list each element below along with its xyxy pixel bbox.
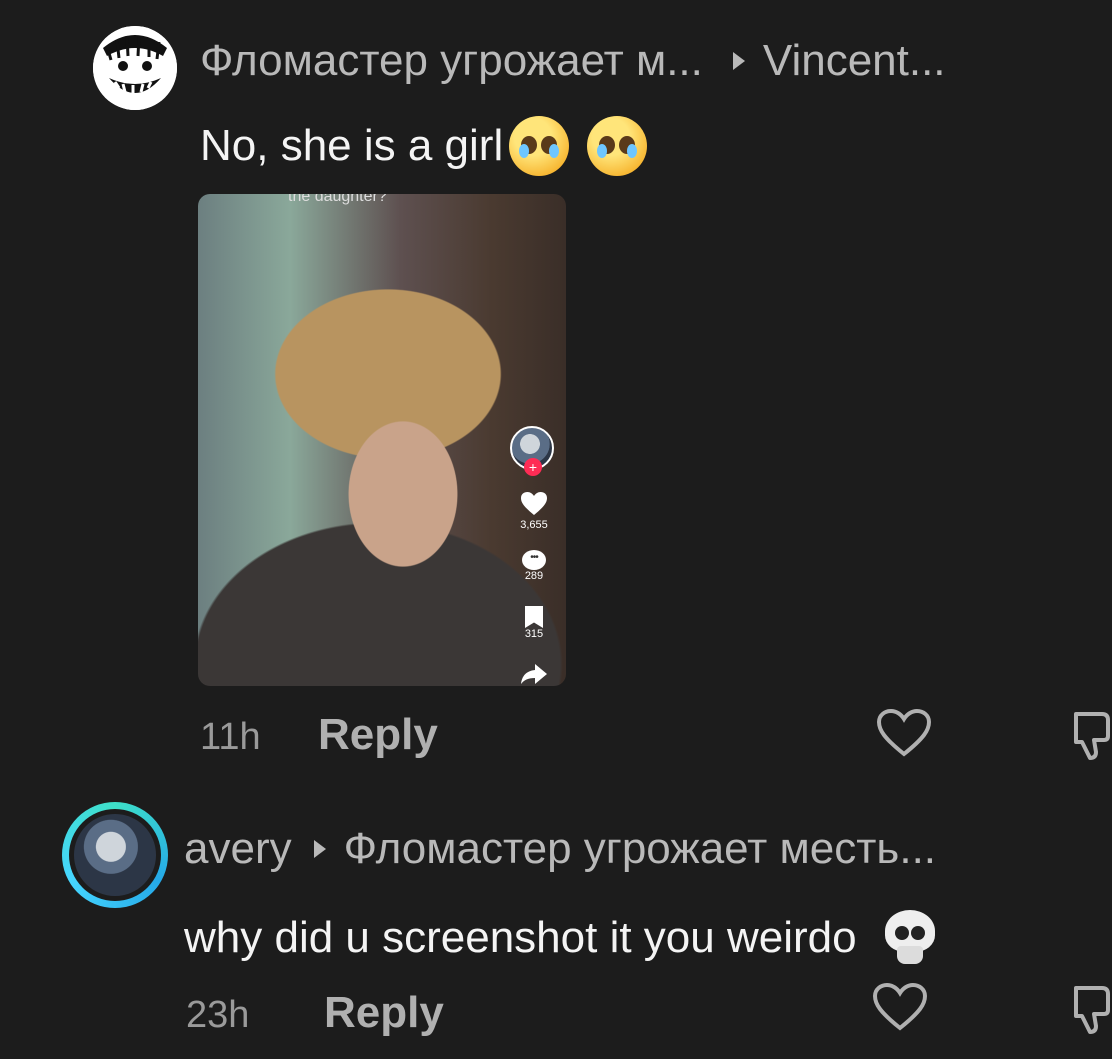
heart-outline-icon [876,708,932,757]
timestamp: 23h [186,994,250,1036]
comment-body: No, she is a girl [200,121,504,170]
reply-button[interactable]: Reply [318,710,438,760]
save-stat[interactable]: 315 [512,606,556,640]
dislike-button[interactable] [1072,708,1112,767]
like-stat[interactable]: 3,655 [512,492,556,531]
video-caption: the daughter? [288,194,387,205]
avatar[interactable] [93,26,177,110]
comment-body: why did u screenshot it you weirdo [184,913,857,962]
reply-to-name[interactable]: Vincent... [763,36,946,86]
pleading-face-emoji-icon [587,116,648,176]
heart-outline-icon [872,982,928,1031]
reply-arrow-icon [732,52,745,70]
like-count: 3,655 [520,519,548,531]
comment-header: avery Фломастер угрожает месть... [184,824,936,874]
comment-text: why did u screenshot it you weirdo [184,910,937,966]
comment-header: Фломастер угрожает м... Vincent... [200,36,946,86]
timestamp: 11h [200,716,261,758]
pleading-face-emoji-icon [509,116,570,176]
share-stat[interactable] [512,664,556,686]
like-button[interactable] [876,708,932,763]
grinning-face-avatar-icon [93,26,177,110]
author-name[interactable]: Фломастер угрожает м... [200,36,703,86]
video-thumbnail[interactable]: the daughter? + 3,655 289 315 [198,194,566,686]
reply-button[interactable]: Reply [324,988,444,1038]
avatar[interactable] [62,802,168,908]
comment-count: 289 [524,570,544,582]
save-count: 315 [524,628,544,640]
reply-arrow-icon [313,840,326,858]
dislike-button[interactable] [1072,982,1112,1041]
follow-plus-icon[interactable]: + [524,458,542,476]
share-arrow-icon [521,664,547,684]
skull-emoji-icon [883,910,937,966]
like-button[interactable] [872,982,928,1037]
shark-plush-avatar-icon [74,814,156,896]
comment-text: No, she is a girl [200,116,648,176]
bookmark-icon [525,606,543,628]
thumbs-down-icon [1074,986,1110,1034]
comment: Фломастер угрожает м... Vincent... No, s… [0,0,1112,780]
thumbs-down-icon [1074,712,1110,760]
comment: avery Фломастер угрожает месть... why di… [0,790,1112,1059]
comment-stat[interactable]: 289 [512,550,556,582]
author-name[interactable]: avery [184,824,292,874]
comment-bubble-icon [522,550,546,570]
reply-to-name[interactable]: Фломастер угрожает месть... [344,824,936,874]
heart-icon [521,492,547,515]
